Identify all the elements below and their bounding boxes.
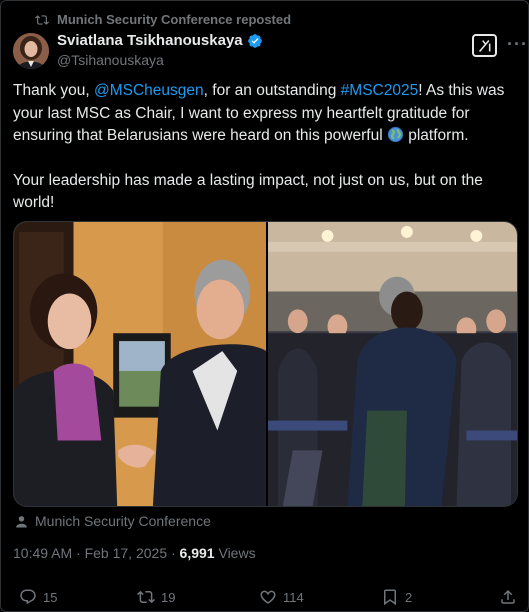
tweet-text-part: Thank you,: [13, 82, 94, 99]
tweet-card: Munich Security Conference reposted Svia…: [0, 0, 529, 612]
media-grid: [13, 221, 518, 507]
repost-label: Munich Security Conference reposted: [57, 12, 292, 27]
views-count: 6,991: [179, 545, 215, 561]
photo-1[interactable]: [14, 222, 266, 506]
share-button[interactable]: [499, 588, 517, 606]
author-handle[interactable]: @Tsihanouskaya: [57, 52, 263, 68]
reply-count: 15: [43, 589, 58, 605]
more-options-icon[interactable]: ···: [507, 34, 528, 55]
repost-indicator[interactable]: Munich Security Conference reposted: [35, 12, 291, 27]
mention-link[interactable]: @MSCheusgen: [94, 82, 204, 99]
media-credit-label: Munich Security Conference: [35, 513, 211, 529]
media-credit[interactable]: Munich Security Conference: [15, 513, 211, 529]
share-icon: [501, 589, 515, 604]
tweet-text-part: platform.: [403, 127, 469, 144]
heart-icon: [260, 590, 276, 604]
bookmark-count: 2: [405, 589, 413, 605]
tweet-text: Thank you, @MSCheusgen, for an outstandi…: [13, 80, 518, 215]
bookmark-icon: [384, 589, 396, 606]
bookmark-button[interactable]: 2: [381, 588, 412, 606]
author-name[interactable]: Sviatlana Tsikhanouskaya: [57, 32, 243, 49]
tweet-text-part: , for an outstanding: [203, 82, 341, 99]
avatar[interactable]: [13, 33, 49, 69]
globe-emoji-icon: [387, 126, 404, 143]
grok-icon: [478, 39, 490, 52]
tweet-text-paragraph-2: Your leadership has made a lasting impac…: [13, 171, 483, 212]
hashtag-link[interactable]: #MSC2025: [341, 82, 419, 99]
tweet-meta: 10:49 AM · Feb 17, 2025 · 6,991 Views: [13, 545, 256, 561]
repost-icon: [35, 14, 49, 25]
grok-button[interactable]: [472, 34, 497, 57]
photo-2[interactable]: [267, 222, 517, 506]
author-block: Sviatlana Tsikhanouskaya @Tsihanouskaya: [57, 32, 263, 68]
views-label: Views: [214, 545, 256, 561]
verified-badge-icon: [247, 33, 262, 48]
reply-button[interactable]: 15: [19, 588, 57, 606]
like-count: 114: [283, 589, 304, 605]
repost-button[interactable]: 19: [137, 588, 175, 606]
repost-icon: [137, 590, 155, 604]
reply-icon: [20, 589, 36, 605]
person-icon: [16, 515, 27, 527]
action-bar: 15 19 114 2: [1, 588, 529, 610]
like-button[interactable]: 114: [259, 588, 304, 606]
timestamp[interactable]: 10:49 AM · Feb 17, 2025 ·: [13, 545, 180, 561]
repost-count: 19: [161, 589, 176, 605]
